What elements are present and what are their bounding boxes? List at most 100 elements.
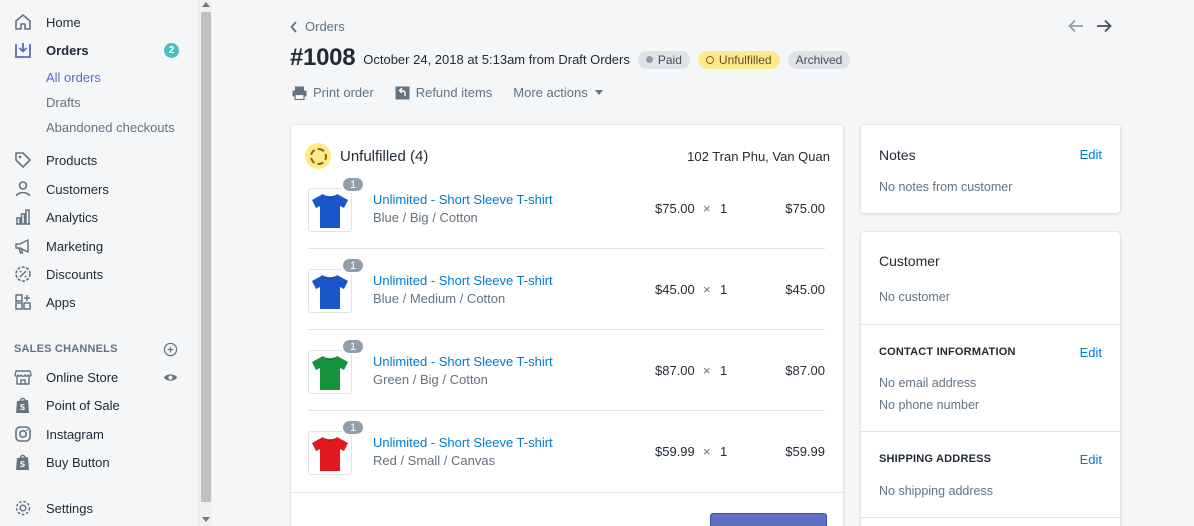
nav-marketing-label: Marketing xyxy=(46,238,104,254)
nav-apps[interactable]: Apps xyxy=(0,289,198,315)
refund-items-label: Refund items xyxy=(415,85,493,100)
tag-icon xyxy=(13,150,33,170)
unit-price: $75.00 xyxy=(655,201,695,216)
notes-card: Notes Edit No notes from customer xyxy=(861,125,1120,213)
quantity-badge: 1 xyxy=(341,338,365,355)
product-link[interactable]: Unlimited - Short Sleeve T-shirt xyxy=(373,192,553,207)
tshirt-icon xyxy=(312,275,348,309)
archived-label: Archived xyxy=(795,52,843,67)
person-icon xyxy=(13,179,33,199)
next-order-button[interactable] xyxy=(1096,18,1112,34)
product-link[interactable]: Unlimited - Short Sleeve T-shirt xyxy=(373,273,553,288)
nav-discounts[interactable]: Discounts xyxy=(0,261,198,287)
scroll-thumb[interactable] xyxy=(201,12,211,502)
add-channel-icon[interactable] xyxy=(162,341,178,357)
caret-down-icon xyxy=(594,90,603,95)
notes-title: Notes xyxy=(879,147,916,163)
nav-customers-label: Customers xyxy=(46,181,109,197)
tshirt-icon xyxy=(312,194,348,228)
quantity: 1 xyxy=(720,444,728,459)
divider xyxy=(861,517,1120,518)
contact-edit-link[interactable]: Edit xyxy=(1080,345,1102,360)
unfulfilled-icon xyxy=(305,143,331,169)
printer-icon xyxy=(292,86,307,100)
nav-marketing[interactable]: Marketing xyxy=(0,233,198,259)
product-link[interactable]: Unlimited - Short Sleeve T-shirt xyxy=(373,435,553,450)
times-sign: × xyxy=(703,282,711,297)
nav-products[interactable]: Products xyxy=(0,147,198,173)
quantity-badge: 1 xyxy=(341,419,365,436)
customer-card: Customer No customer CONTACT INFORMATION… xyxy=(861,232,1120,526)
nav-point-of-sale[interactable]: S Point of Sale xyxy=(0,392,198,418)
bar-chart-icon xyxy=(13,207,33,227)
no-phone-text: No phone number xyxy=(879,398,980,412)
mark-as-fulfilled-button[interactable]: Mark as fulfilled xyxy=(710,513,827,526)
unfulfilled-ring-icon xyxy=(705,55,714,64)
previous-order-button[interactable] xyxy=(1068,18,1084,34)
product-link[interactable]: Unlimited - Short Sleeve T-shirt xyxy=(373,354,553,369)
sidebar-scrollbar[interactable] xyxy=(198,0,212,526)
home-icon xyxy=(13,12,33,32)
breadcrumb[interactable]: Orders xyxy=(290,19,345,34)
arrow-right-icon xyxy=(1097,19,1112,33)
nav-settings[interactable]: Settings xyxy=(0,495,198,521)
fulfillment-location: 102 Tran Phu, Van Quan xyxy=(687,148,830,164)
unfulfilled-label: Unfulfilled xyxy=(718,52,772,67)
tshirt-icon xyxy=(312,437,348,471)
order-actions: Print order Refund items More actions xyxy=(292,85,624,100)
line-item: 1 Unlimited - Short Sleeve T-shirt Green /… xyxy=(308,330,825,411)
nav-orders-label: Orders xyxy=(46,42,89,58)
quantity: 1 xyxy=(720,282,728,297)
nav-instagram[interactable]: Instagram xyxy=(0,421,198,447)
divider xyxy=(861,431,1120,432)
eye-icon[interactable] xyxy=(162,369,178,385)
unfulfilled-card: Unfulfilled (4) 102 Tran Phu, Van Quan 1… xyxy=(291,125,843,526)
status-badge-paid: Paid xyxy=(637,50,690,69)
nav-drafts[interactable]: Drafts xyxy=(46,95,81,110)
orders-icon xyxy=(13,40,33,60)
nav-abandoned-checkouts[interactable]: Abandoned checkouts xyxy=(46,120,175,135)
shipping-edit-link[interactable]: Edit xyxy=(1080,452,1102,467)
gear-icon xyxy=(13,498,33,518)
product-variant: Blue / Big / Cotton xyxy=(373,210,478,225)
quantity-badge: 1 xyxy=(341,176,365,193)
no-email-text: No email address xyxy=(879,376,977,390)
customer-text: No customer xyxy=(879,290,950,304)
more-actions-button[interactable]: More actions xyxy=(513,85,603,100)
nav-customers[interactable]: Customers xyxy=(0,176,198,202)
scroll-up-icon[interactable] xyxy=(202,2,210,7)
paid-dot-icon xyxy=(645,56,653,63)
nav-buy-button[interactable]: S Buy Button xyxy=(0,449,198,475)
product-thumbnail[interactable] xyxy=(308,431,352,475)
product-thumbnail[interactable] xyxy=(308,269,352,313)
unit-price: $59.99 xyxy=(655,444,695,459)
unit-price: $87.00 xyxy=(655,363,695,378)
tshirt-icon xyxy=(312,356,348,390)
notes-edit-link[interactable]: Edit xyxy=(1080,147,1102,162)
product-thumbnail[interactable] xyxy=(308,350,352,394)
refund-icon xyxy=(395,86,410,99)
status-badge-archived: Archived xyxy=(787,50,851,69)
product-thumbnail[interactable] xyxy=(308,188,352,232)
nav-home-label: Home xyxy=(46,14,81,30)
unfulfilled-card-header: Unfulfilled (4) 102 Tran Phu, Van Quan xyxy=(305,142,830,170)
nav-home[interactable]: Home xyxy=(0,9,198,35)
nav-products-label: Products xyxy=(46,152,98,168)
nav-orders[interactable]: Orders 2 xyxy=(0,37,198,63)
refund-items-button[interactable]: Refund items xyxy=(395,85,493,100)
chevron-left-icon xyxy=(290,20,297,33)
product-variant: Blue / Medium / Cotton xyxy=(373,291,506,306)
order-number: #1008 xyxy=(290,44,356,71)
nav-analytics[interactable]: Analytics xyxy=(0,204,198,230)
sidebar: Home Orders 2 All orders Drafts Abandone… xyxy=(0,0,198,526)
quantity: 1 xyxy=(720,363,728,378)
line-total: $87.00 xyxy=(785,363,825,378)
print-order-button[interactable]: Print order xyxy=(292,85,374,100)
contact-info-heading: CONTACT INFORMATION xyxy=(879,346,1016,358)
nav-analytics-label: Analytics xyxy=(46,209,99,225)
discount-icon xyxy=(13,264,33,284)
unfulfilled-card-footer: Mark as fulfilled xyxy=(291,492,843,526)
svg-text:S: S xyxy=(20,460,26,469)
nav-all-orders[interactable]: All orders xyxy=(46,70,101,85)
scroll-down-icon[interactable] xyxy=(202,517,210,522)
